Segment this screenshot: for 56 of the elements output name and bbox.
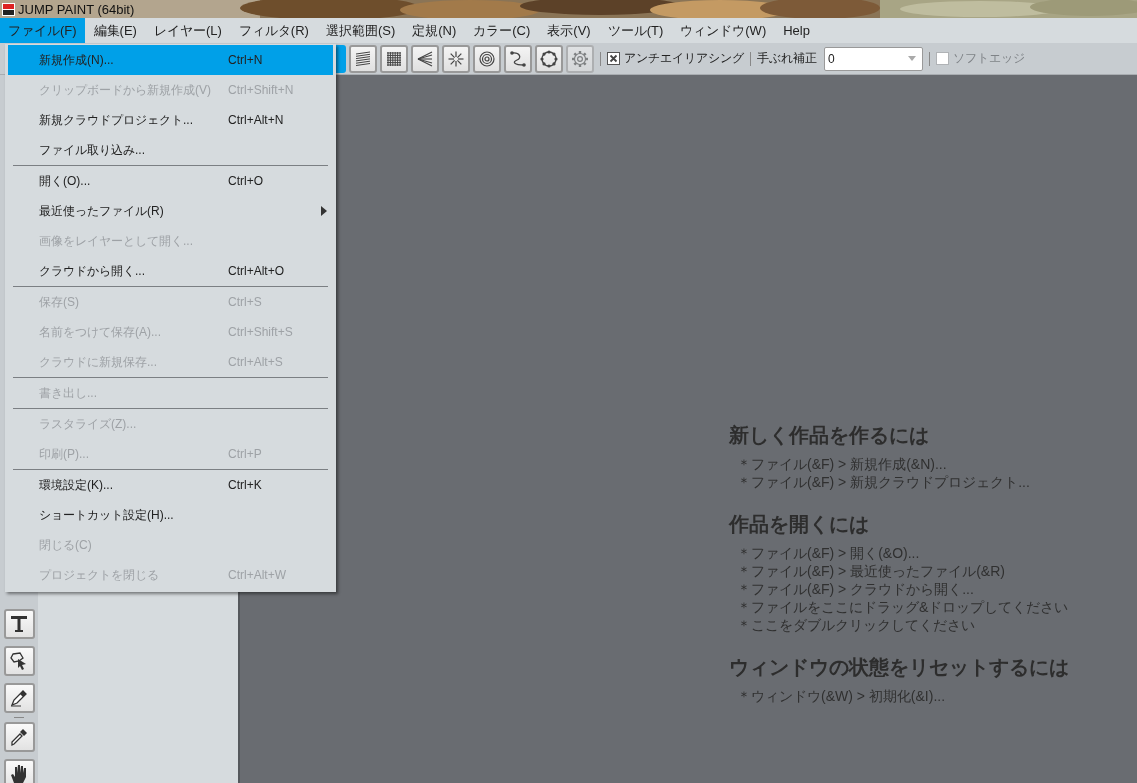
- menu-item[interactable]: 最近使ったファイル(R): [8, 196, 333, 226]
- help-text: ＊ここをダブルクリックしてください: [736, 616, 976, 634]
- help-text: ＊ファイル(&F) > 新規作成(&N)...: [736, 455, 948, 473]
- stabilizer-dropdown[interactable]: 0: [824, 46, 923, 71]
- menu-item[interactable]: カラー(C): [465, 18, 539, 43]
- menu-item[interactable]: 開く(O)... Ctrl+O: [8, 166, 333, 196]
- tool-button[interactable]: [504, 44, 532, 73]
- tool-button[interactable]: [3, 646, 35, 676]
- menu-item[interactable]: 環境設定(K)... Ctrl+K: [8, 470, 333, 500]
- menu-item[interactable]: 選択範囲(S): [317, 18, 404, 43]
- tool-button[interactable]: [535, 44, 563, 73]
- checkbox-label: ソフトエッジ: [953, 50, 1025, 67]
- help-text: ＊ファイル(&F) > 最近使ったファイル(&R): [736, 562, 1006, 580]
- settings-icon: [570, 48, 590, 69]
- help-text: ＊ファイル(&F) > クラウドから開く...: [736, 580, 975, 598]
- tool-button[interactable]: [3, 722, 35, 752]
- eyedropper-icon: [8, 726, 30, 748]
- menu-item[interactable]: 表示(V): [539, 18, 599, 43]
- menu-item[interactable]: ウィンドウ(W): [672, 18, 775, 43]
- text-tool-icon: [8, 613, 30, 635]
- menu-item[interactable]: クラウドから開く... Ctrl+Alt+O: [8, 256, 333, 286]
- circle-points-icon: [539, 48, 559, 69]
- menu-item[interactable]: Help: [775, 18, 818, 43]
- menu-item[interactable]: ショートカット設定(H)...: [8, 500, 333, 530]
- submenu-arrow-icon: [321, 206, 327, 216]
- caret-icon: [908, 56, 916, 61]
- menu-item[interactable]: 定規(N): [404, 18, 465, 43]
- tool-button[interactable]: [349, 44, 377, 73]
- tool-button[interactable]: [411, 44, 439, 73]
- menu-item[interactable]: 編集(E): [85, 18, 145, 43]
- checkbox-label: アンチエイリアシング: [624, 50, 744, 67]
- checkbox[interactable]: [607, 52, 620, 65]
- help-text: ＊ファイル(&F) > 開く(&O)...: [736, 544, 921, 562]
- menu-item[interactable]: 新規クラウドプロジェクト... Ctrl+Alt+N: [8, 105, 333, 135]
- tool-button[interactable]: [473, 44, 501, 73]
- window-title: JUMP PAINT (64bit): [18, 1, 135, 17]
- tool-button[interactable]: [3, 759, 35, 783]
- parallel-lines-icon: [353, 48, 373, 69]
- menu-item[interactable]: フィルタ(R): [230, 18, 317, 43]
- tool-button[interactable]: [3, 683, 35, 713]
- menu-item[interactable]: ファイル(F): [0, 18, 85, 43]
- help-text: ＊ウィンドウ(&W) > 初期化(&I)...: [736, 687, 947, 705]
- stabilizer-label: 手ぶれ補正: [757, 50, 817, 67]
- menu-item[interactable]: レイヤー(L): [145, 18, 230, 43]
- tool-button[interactable]: [380, 44, 408, 73]
- help-heading: 新しく作品を作るには: [729, 423, 930, 448]
- help-text: ＊ファイルをここにドラッグ&ドロップしてください: [736, 598, 1070, 616]
- tool-button[interactable]: [3, 609, 35, 639]
- help-heading: ウィンドウの状態をリセットするには: [729, 655, 1070, 680]
- menu-item[interactable]: ツール(T): [599, 18, 672, 43]
- help-heading: 作品を開くには: [729, 512, 870, 537]
- concentric-circles-icon: [477, 48, 497, 69]
- menu-item[interactable]: 新規作成(N)... Ctrl+N: [8, 45, 333, 75]
- menu-item[interactable]: ファイル取り込み...: [8, 135, 333, 165]
- curve-icon: [508, 48, 528, 69]
- help-text: ＊ファイル(&F) > 新規クラウドプロジェクト...: [736, 473, 1031, 491]
